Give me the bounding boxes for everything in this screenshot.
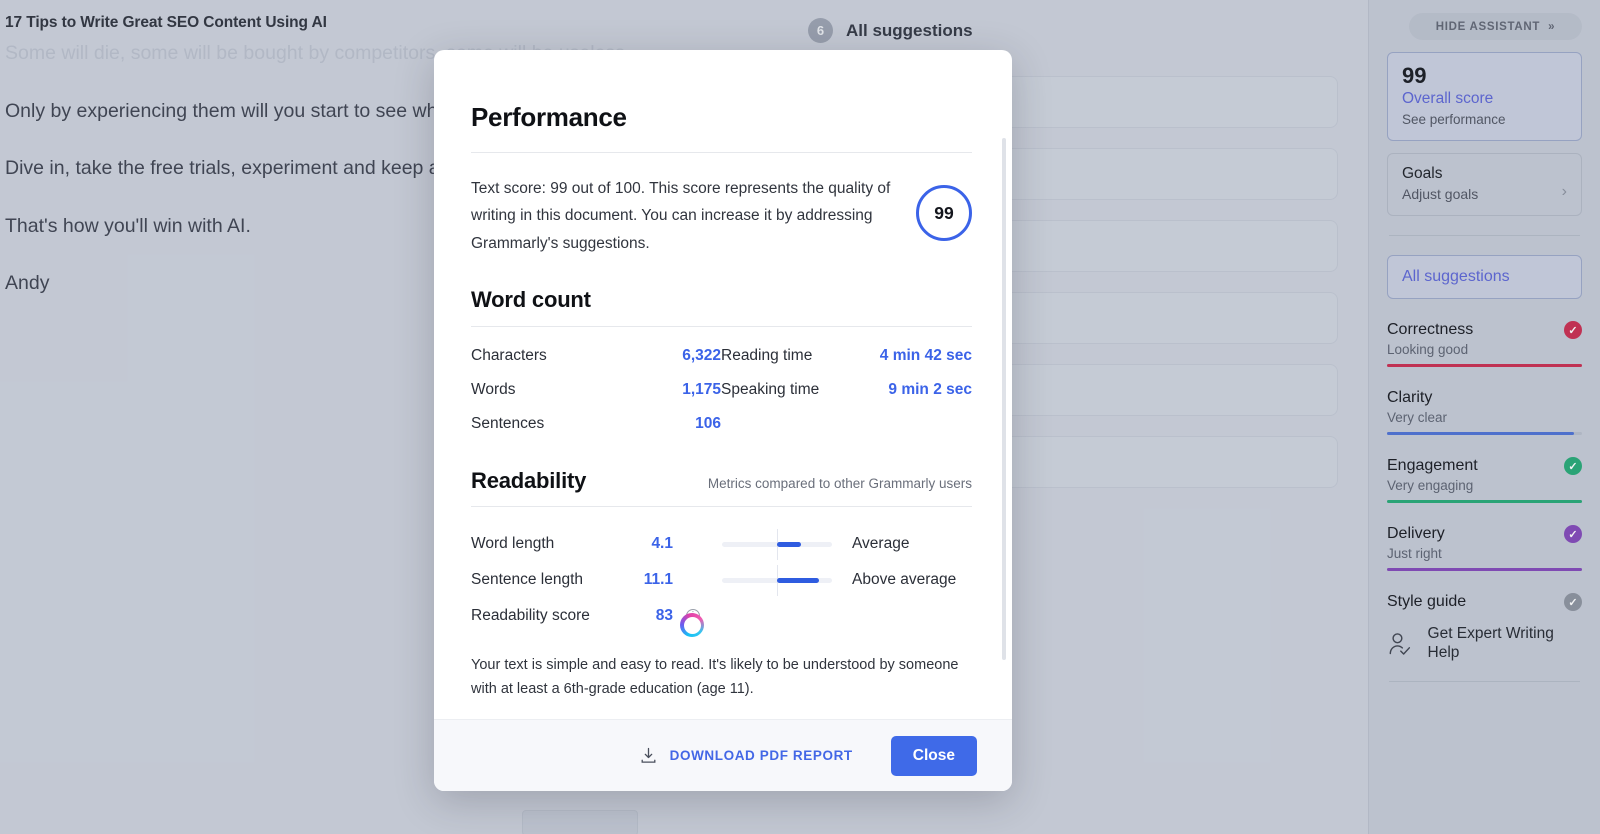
readability-value: 4.1 (611, 535, 673, 553)
score-summary-row: Text score: 99 out of 100. This score re… (471, 175, 972, 257)
readability-label: Sentence length (471, 571, 611, 589)
slider-fill (777, 542, 801, 547)
readability-label: Readability score (471, 607, 611, 625)
readability-row: Word length 4.1 Average (471, 526, 972, 562)
readability-label: Word length (471, 535, 611, 553)
word-count-value: 106 (611, 415, 721, 433)
slider-track (722, 542, 832, 547)
readability-rating: Average (852, 535, 909, 553)
word-count-value: 1,175 (611, 381, 721, 399)
close-button[interactable]: Close (891, 736, 977, 776)
word-count-label: Reading time (721, 347, 851, 365)
slider-track (722, 578, 832, 583)
performance-modal: Performance Text score: 99 out of 100. T… (434, 50, 1012, 791)
download-pdf-label: DOWNLOAD PDF REPORT (670, 748, 853, 763)
readability-rule (471, 506, 972, 507)
score-description: Text score: 99 out of 100. This score re… (471, 175, 894, 257)
word-count-label: Words (471, 381, 611, 399)
download-pdf-report-button[interactable]: DOWNLOAD PDF REPORT (640, 747, 853, 764)
word-count-label: Characters (471, 347, 611, 365)
modal-title: Performance (471, 102, 972, 133)
score-ring: 99 (916, 185, 972, 241)
word-count-value: 9 min 2 sec (851, 381, 972, 399)
slider-fill (777, 578, 819, 583)
modal-scrollbar[interactable] (1002, 138, 1006, 660)
readability-value: 83 (611, 607, 673, 625)
word-count-rule (471, 326, 972, 327)
download-icon (640, 747, 657, 764)
readability-explanation: Your text is simple and easy to read. It… (471, 654, 972, 701)
word-count-value: 4 min 42 sec (851, 347, 972, 365)
modal-footer: DOWNLOAD PDF REPORT Close (434, 719, 1012, 791)
modal-title-rule (471, 152, 972, 153)
readability-row: Readability score 83 i (471, 598, 972, 634)
readability-value: 11.1 (611, 571, 673, 589)
readability-row: Sentence length 11.1 Above average (471, 562, 972, 598)
grammarly-assistant-cursor[interactable] (680, 613, 704, 637)
readability-note: Metrics compared to other Grammarly user… (708, 476, 972, 491)
app-root: 17 Tips to Write Great SEO Content Using… (0, 0, 1600, 834)
modal-scroll-area: Performance Text score: 99 out of 100. T… (434, 50, 1012, 719)
word-count-label: Sentences (471, 415, 611, 433)
readability-heading: Readability (471, 468, 586, 494)
readability-rating: Above average (852, 571, 956, 589)
word-count-label: Speaking time (721, 381, 851, 399)
readability-slider (722, 542, 832, 547)
word-count-value: 6,322 (611, 347, 721, 365)
readability-slider (722, 578, 832, 583)
word-count-heading: Word count (471, 287, 972, 313)
word-count-grid: Characters 6,322 Reading time 4 min 42 s… (471, 347, 972, 433)
readability-rows: Word length 4.1 Average Sentence length (471, 526, 972, 634)
